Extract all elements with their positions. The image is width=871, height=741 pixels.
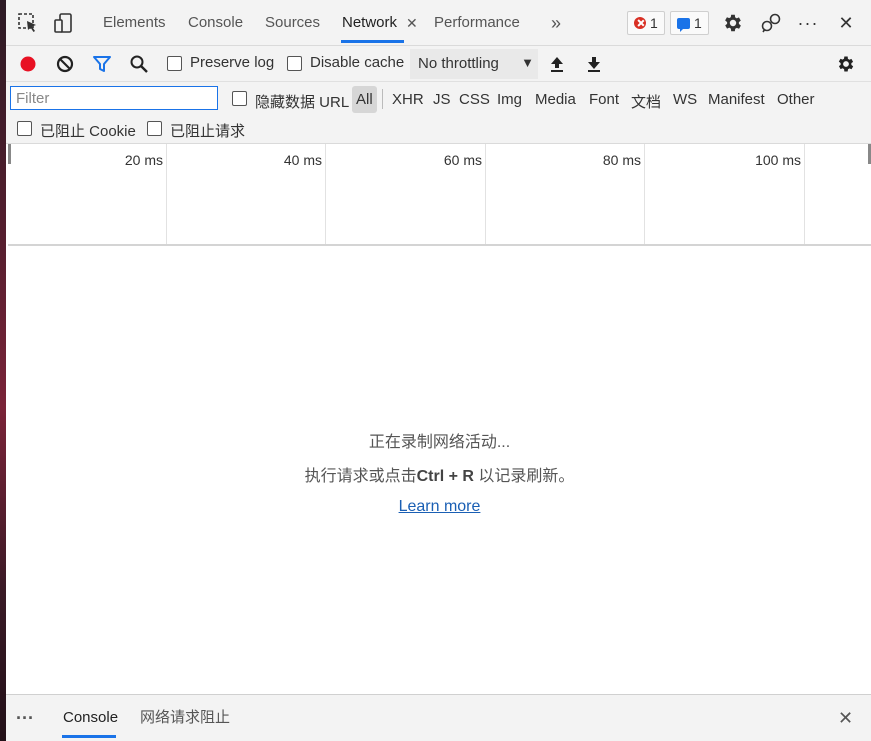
timeline-left-handle[interactable] [8,144,11,164]
import-har-icon[interactable] [545,52,569,76]
tab-performance[interactable]: Performance [434,0,520,46]
blocked-cookies-label: 已阻止 Cookie [40,123,136,140]
hide-data-urls-checkbox[interactable] [232,91,247,106]
type-filter-css[interactable]: CSS [459,91,490,108]
filter-bar: 隐藏数据 URL All XHR JS CSS Img Media Font 文… [6,82,871,144]
more-icon[interactable]: ··· [796,11,820,35]
disable-cache-checkbox[interactable] [287,56,302,71]
timeline-gridline [325,144,326,244]
type-filter-media[interactable]: Media [535,91,576,108]
type-filter-manifest[interactable]: Manifest [708,91,765,108]
settings-gear-icon[interactable] [721,11,745,35]
message-count: 1 [694,15,702,31]
chevron-down-icon: ▼ [521,55,534,70]
timeline-gridline [644,144,645,244]
timeline-tick-label: 80 ms [602,152,641,168]
blocked-requests-label: 已阻止请求 [170,123,246,140]
drawer-menu-icon[interactable]: ··· [16,695,34,739]
drawer-tab-request-blocking[interactable]: 网络请求阻止 [140,695,230,739]
network-toolbar: Preserve log Disable cache No throttling… [6,46,871,82]
drawer-tabbar: ··· Console 网络请求阻止 ✕ [6,694,871,741]
filter-icon[interactable] [90,52,114,76]
error-count-badge[interactable]: 1 [627,11,665,35]
tab-elements[interactable]: Elements [103,0,166,46]
drawer-tab-console[interactable]: Console [63,695,118,739]
disable-cache-label: Disable cache [310,54,405,71]
type-filter-img[interactable]: Img [497,91,522,108]
preserve-log-label: Preserve log [190,54,275,71]
network-settings-gear-icon[interactable] [834,52,858,76]
message-icon [677,17,690,32]
more-tabs-icon[interactable]: » [551,0,561,46]
recording-hint-text: 执行请求或点击Ctrl + R 以记录刷新。 [8,462,871,486]
close-drawer-icon[interactable]: ✕ [838,695,853,739]
hide-data-urls-label: 隐藏数据 URL [255,94,350,111]
active-tab-indicator [341,40,404,43]
timeline-tick-label: 40 ms [283,152,322,168]
type-filter-other[interactable]: Other [777,91,815,108]
error-count: 1 [650,15,658,31]
timeline-overview[interactable]: 20 ms 40 ms 60 ms 80 ms 100 ms [8,144,871,246]
learn-more-container: Learn more [8,498,871,516]
timeline-tick-label: 60 ms [443,152,482,168]
blocked-requests-checkbox[interactable] [147,121,162,136]
type-filter-xhr[interactable]: XHR [392,91,424,108]
timeline-gridline [166,144,167,244]
timeline-tick-label: 20 ms [124,152,163,168]
tab-sources[interactable]: Sources [265,0,320,46]
close-devtools-icon[interactable]: ✕ [834,11,858,35]
hint-prefix: 执行请求或点击 [304,468,417,485]
type-filter-font[interactable]: Font [589,91,619,108]
clear-icon[interactable] [53,52,77,76]
device-toggle-icon[interactable] [52,11,76,35]
drawer-active-indicator [62,735,116,738]
close-tab-icon[interactable]: ✕ [406,15,418,32]
devtools-tabbar: Elements Console Sources Network ✕ Perfo… [6,0,871,46]
preserve-log-checkbox[interactable] [167,56,182,71]
record-button[interactable] [16,52,40,76]
type-filter-ws[interactable]: WS [673,91,697,108]
search-icon[interactable] [127,52,151,76]
type-filter-doc[interactable]: 文档 [631,91,661,112]
type-filter-all[interactable]: All [352,86,377,113]
reload-shortcut: Ctrl + R [416,468,474,485]
timeline-gridline [485,144,486,244]
timeline-tick-label: 100 ms [755,152,801,168]
feedback-icon[interactable] [759,11,783,35]
timeline-gridline [804,144,805,244]
export-har-icon[interactable] [582,52,606,76]
throttling-value: No throttling [418,55,499,72]
type-filter-js[interactable]: JS [433,91,451,108]
learn-more-link[interactable]: Learn more [399,498,481,515]
message-count-badge[interactable]: 1 [670,11,709,35]
requests-panel: 正在录制网络活动... 执行请求或点击Ctrl + R 以记录刷新。 Learn… [8,248,871,694]
tab-console[interactable]: Console [188,0,243,46]
blocked-cookies-checkbox[interactable] [17,121,32,136]
throttling-select[interactable]: No throttling ▼ [410,49,538,79]
recording-status-text: 正在录制网络活动... [368,434,511,451]
filter-input[interactable] [10,86,218,110]
hint-suffix: 以记录刷新。 [473,468,575,485]
error-icon [634,17,646,29]
inspect-icon[interactable] [16,11,40,35]
devtools-panel: Elements Console Sources Network ✕ Perfo… [6,0,871,741]
type-filter-divider [382,89,383,109]
